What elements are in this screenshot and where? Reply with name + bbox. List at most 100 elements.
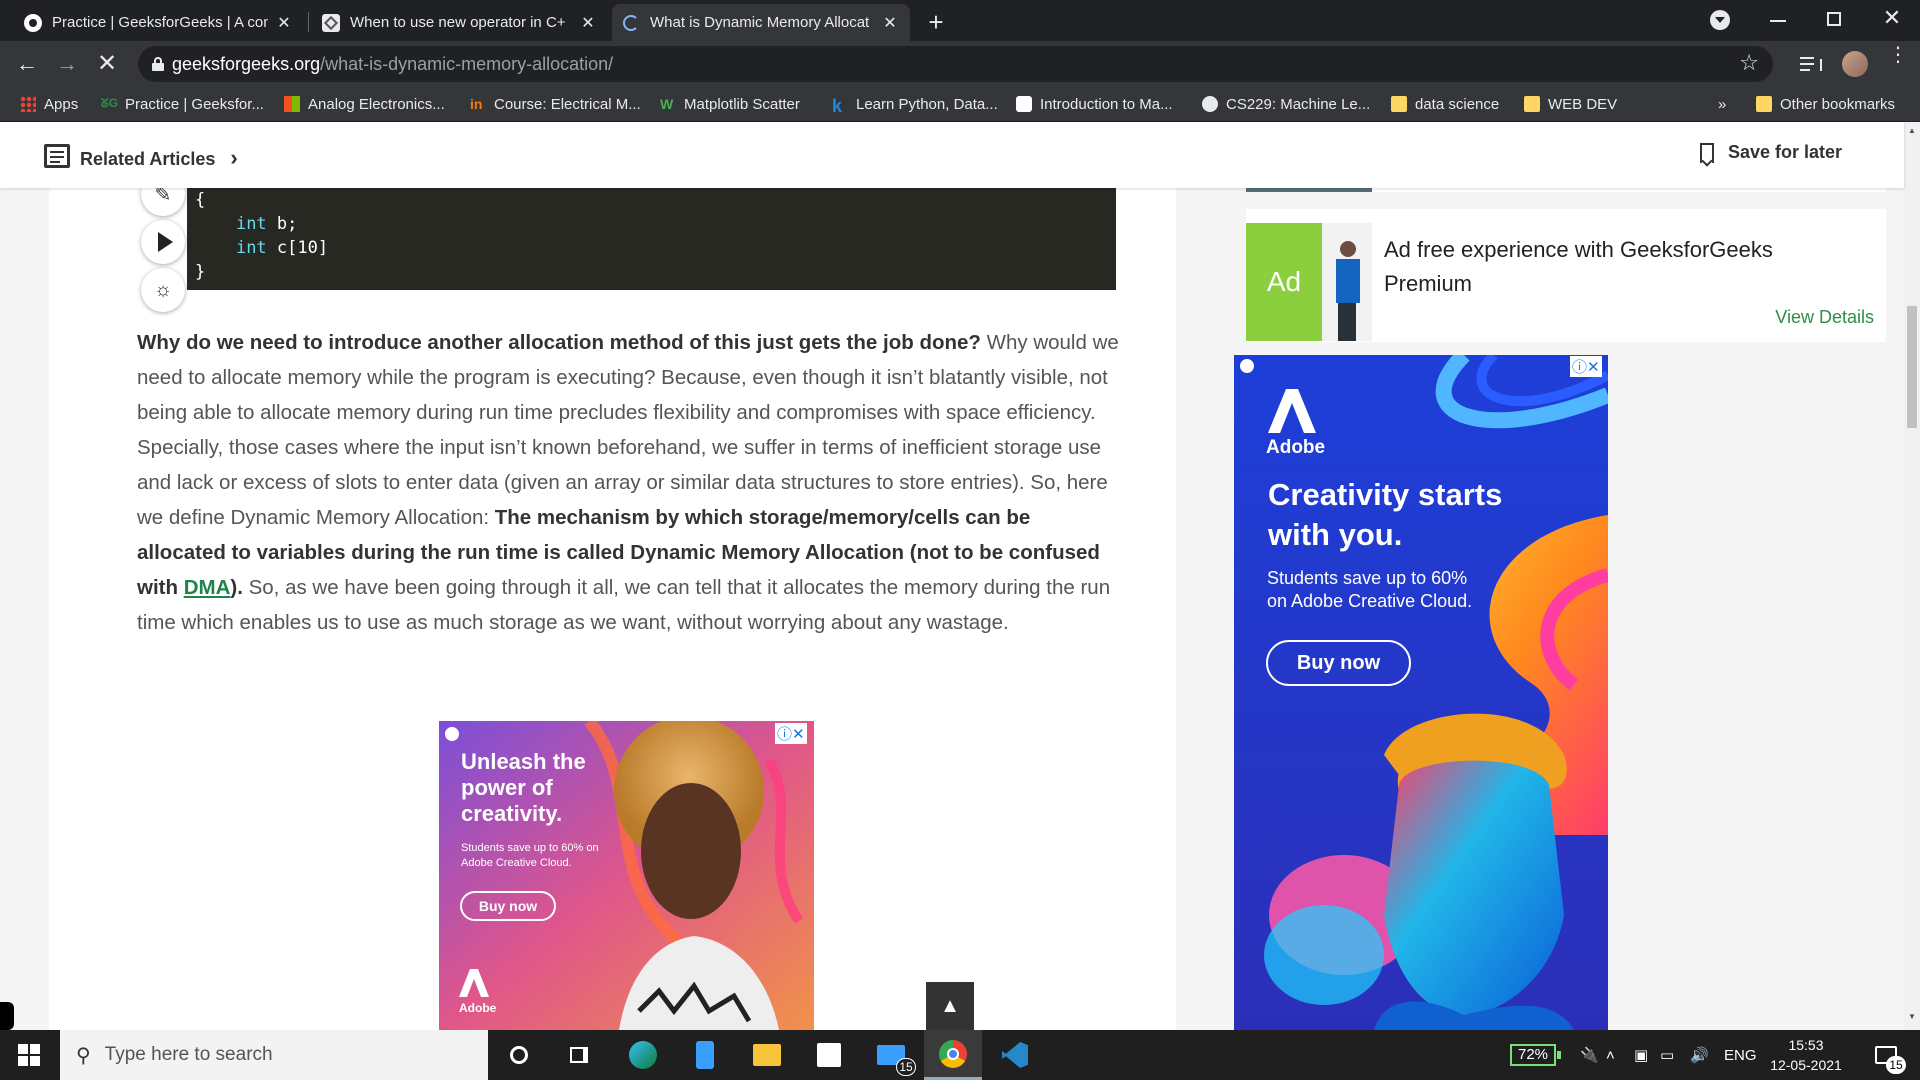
ad-buy-now-button[interactable]: Buy now — [1266, 640, 1411, 686]
dma-link[interactable]: DMA — [184, 576, 231, 599]
bookmarks-overflow-button[interactable]: » — [1718, 87, 1726, 121]
browser-toolbar: ← → ✕ geeksforgeeks.org/what-is-dynamic-… — [0, 41, 1920, 87]
phone-taskbar-button[interactable] — [676, 1030, 734, 1080]
store-taskbar-button[interactable] — [800, 1030, 858, 1080]
bookmark-star-icon[interactable]: ☆ — [1739, 50, 1759, 76]
ad-subtext: Students save up to 60% on Adobe Creativ… — [461, 842, 599, 869]
premium-card[interactable]: Ad Ad free experience with GeeksforGeeks… — [1246, 209, 1886, 342]
device-icon[interactable]: ▣ — [1634, 1030, 1648, 1080]
scroll-up-arrow-icon[interactable]: ▲ — [1908, 126, 1916, 135]
task-view-button[interactable] — [550, 1030, 608, 1080]
notifications-button[interactable]: 15 — [1866, 1030, 1906, 1080]
ad-privacy-icon[interactable] — [445, 727, 459, 741]
scrollbar-thumb[interactable] — [1907, 306, 1917, 428]
run-code-button[interactable] — [141, 220, 185, 264]
bookmark-matplotlib[interactable]: W Matplotlib Scatter — [660, 87, 800, 121]
side-tab-handle[interactable] — [0, 1002, 14, 1030]
scroll-down-arrow-icon[interactable]: ▼ — [1908, 1012, 1916, 1021]
mail-taskbar-button[interactable]: 15 — [862, 1030, 920, 1080]
url-host: geeksforgeeks.org — [172, 53, 321, 74]
tab-title: Practice | GeeksforGeeks | A com — [52, 14, 268, 31]
reading-list-icon[interactable] — [1800, 55, 1822, 73]
clock-date: 12-05-2021 — [1770, 1057, 1842, 1073]
restore-icon[interactable] — [1827, 12, 1841, 26]
bookmark-other-bookmarks[interactable]: Other bookmarks — [1756, 87, 1895, 121]
adchoices-icon[interactable]: ⓘ✕ — [775, 723, 807, 744]
globe-icon — [1202, 96, 1218, 112]
adobe-ad-inline[interactable]: ⓘ✕ Unleash the power of creativity. Stud… — [439, 721, 814, 1030]
ad-buy-now-button[interactable]: Buy now — [460, 891, 556, 921]
adobe-ad-sidebar[interactable]: ⓘ✕ Adobe Creativity starts with you. Stu… — [1234, 355, 1608, 1030]
close-window-icon[interactable]: ✕ — [1880, 6, 1904, 30]
edge-taskbar-button[interactable] — [614, 1030, 672, 1080]
start-button[interactable] — [0, 1030, 58, 1080]
chrome-taskbar-button[interactable] — [924, 1030, 982, 1080]
new-tab-button[interactable]: + — [920, 6, 952, 38]
tab-title: What is Dynamic Memory Allocat — [650, 14, 870, 31]
back-arrow-icon[interactable]: ← — [10, 47, 44, 81]
file-explorer-taskbar-button[interactable] — [738, 1030, 796, 1080]
folder-icon — [1391, 96, 1407, 112]
taskbar-search-box[interactable]: ⚲ Type here to search — [60, 1030, 488, 1080]
forward-arrow-icon[interactable]: → — [50, 47, 84, 81]
loading-spinner-icon — [622, 14, 640, 32]
clock[interactable]: 15:53 12-05-2021 — [1768, 1030, 1844, 1080]
adchoices-icon[interactable]: ⓘ✕ — [1570, 356, 1602, 377]
bookmark-practice[interactable]: ᘜG Practice | Geeksfor... — [101, 87, 264, 121]
sticky-article-bar: Related Articles › Save for later — [0, 122, 1904, 188]
close-tab-icon[interactable]: ✕ — [578, 13, 598, 33]
close-tab-icon[interactable]: ✕ — [274, 13, 294, 33]
code-line: } — [195, 260, 1116, 284]
bookmark-folder-data-science[interactable]: data science — [1391, 87, 1499, 121]
bookmark-analog-electronics[interactable]: Analog Electronics... — [284, 87, 445, 121]
battery-tray-icon[interactable]: ▭ — [1660, 1030, 1674, 1080]
bookmark-learn-python[interactable]: k Learn Python, Data... — [832, 87, 998, 121]
sidebar-card-image-edge — [1246, 188, 1372, 192]
bookmark-folder-web-dev[interactable]: WEB DEV — [1524, 87, 1617, 121]
tab-dynamic-memory[interactable]: What is Dynamic Memory Allocat ✕ — [612, 4, 910, 41]
code-block: { int b; int c[10]} — [187, 188, 1116, 290]
stop-loading-icon[interactable]: ✕ — [90, 47, 124, 81]
code-text: { — [195, 190, 206, 210]
menu-kebab-icon[interactable]: ⋮ — [1888, 45, 1908, 75]
folder-icon — [1524, 96, 1540, 112]
show-hidden-icons-chevron-icon[interactable]: ˄ — [1606, 1030, 1615, 1080]
ad-brand: Adobe — [459, 1001, 497, 1015]
page-scrollbar[interactable]: ▲ ▼ — [1904, 122, 1920, 1030]
profile-avatar[interactable] — [1842, 51, 1868, 77]
phone-icon — [696, 1041, 714, 1069]
theme-toggle-button[interactable]: ☼ — [141, 268, 185, 312]
related-articles-button[interactable]: Related Articles › — [80, 145, 238, 171]
close-tab-icon[interactable]: ✕ — [880, 13, 900, 33]
power-plug-icon[interactable]: 🔌 — [1580, 1030, 1599, 1080]
code-keyword: int — [235, 238, 267, 258]
task-view-icon — [570, 1047, 588, 1063]
code-line: { — [195, 188, 1116, 212]
minimize-icon[interactable] — [1770, 20, 1786, 22]
address-bar[interactable]: geeksforgeeks.org/what-is-dynamic-memory… — [138, 46, 1773, 82]
bookmark-course-electrical[interactable]: in Course: Electrical M... — [470, 87, 641, 121]
scroll-to-top-button[interactable]: ▲ — [926, 982, 974, 1030]
bookmark-apps[interactable]: Apps — [20, 87, 78, 121]
tab-search-icon[interactable] — [1710, 10, 1730, 30]
vscode-taskbar-button[interactable] — [986, 1030, 1044, 1080]
tab-new-operator[interactable]: When to use new operator in C+ ✕ — [312, 4, 608, 41]
cortana-circle-icon — [510, 1046, 528, 1064]
view-details-link[interactable]: View Details — [1774, 307, 1874, 328]
chrome-icon — [939, 1039, 967, 1068]
page-favicon-icon — [322, 13, 340, 32]
save-for-later-button[interactable]: Save for later — [1700, 142, 1842, 167]
bookmark-cs229[interactable]: CS229: Machine Le... — [1202, 87, 1370, 121]
article-paragraph: Why do we need to introduce another allo… — [137, 325, 1122, 640]
chevron-right-icon: › — [230, 145, 238, 170]
nptel-icon: in — [470, 96, 483, 112]
bookmarks-bar: Apps ᘜG Practice | Geeksfor... Analog El… — [0, 87, 1920, 122]
battery-indicator[interactable]: 72% — [1510, 1030, 1562, 1080]
cortana-button[interactable] — [490, 1030, 548, 1080]
bookmark-intro-ma[interactable]: Introduction to Ma... — [1016, 87, 1173, 121]
volume-icon[interactable]: 🔊 — [1690, 1030, 1709, 1080]
person-figure — [1322, 223, 1372, 341]
tab-practice[interactable]: Practice | GeeksforGeeks | A com ✕ — [14, 4, 304, 41]
input-language[interactable]: ENG — [1724, 1030, 1757, 1080]
ad-privacy-icon[interactable] — [1240, 359, 1254, 373]
